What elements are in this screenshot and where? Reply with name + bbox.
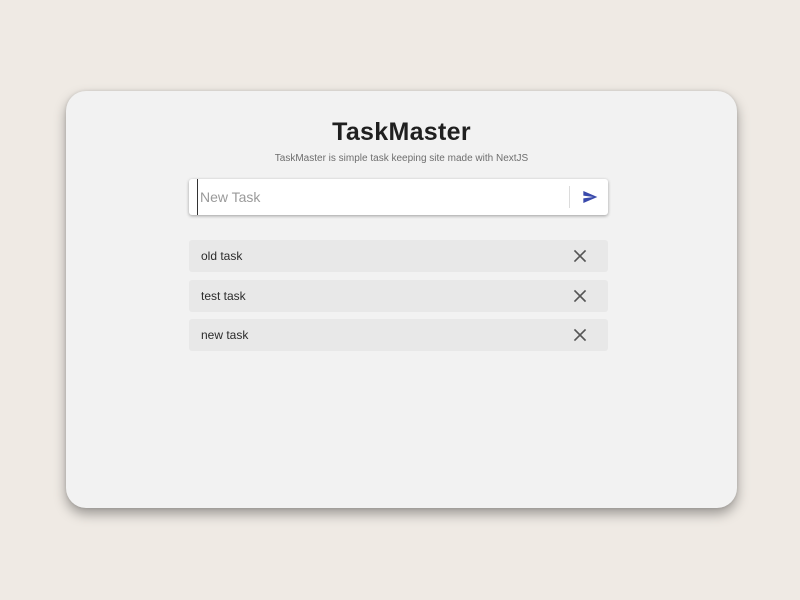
send-button[interactable] bbox=[577, 184, 603, 210]
delete-task-button[interactable] bbox=[572, 327, 588, 343]
task-list: old task test task new task bbox=[189, 240, 608, 359]
new-task-input[interactable] bbox=[197, 179, 557, 215]
close-icon bbox=[573, 328, 587, 342]
app-card: TaskMaster TaskMaster is simple task kee… bbox=[66, 91, 737, 508]
new-task-form bbox=[189, 179, 608, 215]
page-subtitle: TaskMaster is simple task keeping site m… bbox=[274, 153, 529, 164]
task-item: old task bbox=[189, 240, 608, 272]
task-label: old task bbox=[201, 249, 243, 263]
send-icon bbox=[583, 191, 598, 203]
task-item: test task bbox=[189, 279, 608, 312]
task-item: new task bbox=[189, 319, 608, 351]
delete-task-button[interactable] bbox=[572, 248, 588, 264]
close-icon bbox=[573, 289, 587, 302]
task-label: test task bbox=[201, 288, 246, 303]
task-label: new task bbox=[201, 328, 249, 342]
input-divider bbox=[569, 186, 570, 208]
delete-task-button[interactable] bbox=[572, 288, 588, 304]
close-icon bbox=[573, 249, 587, 263]
page-title: TaskMaster bbox=[332, 118, 471, 146]
